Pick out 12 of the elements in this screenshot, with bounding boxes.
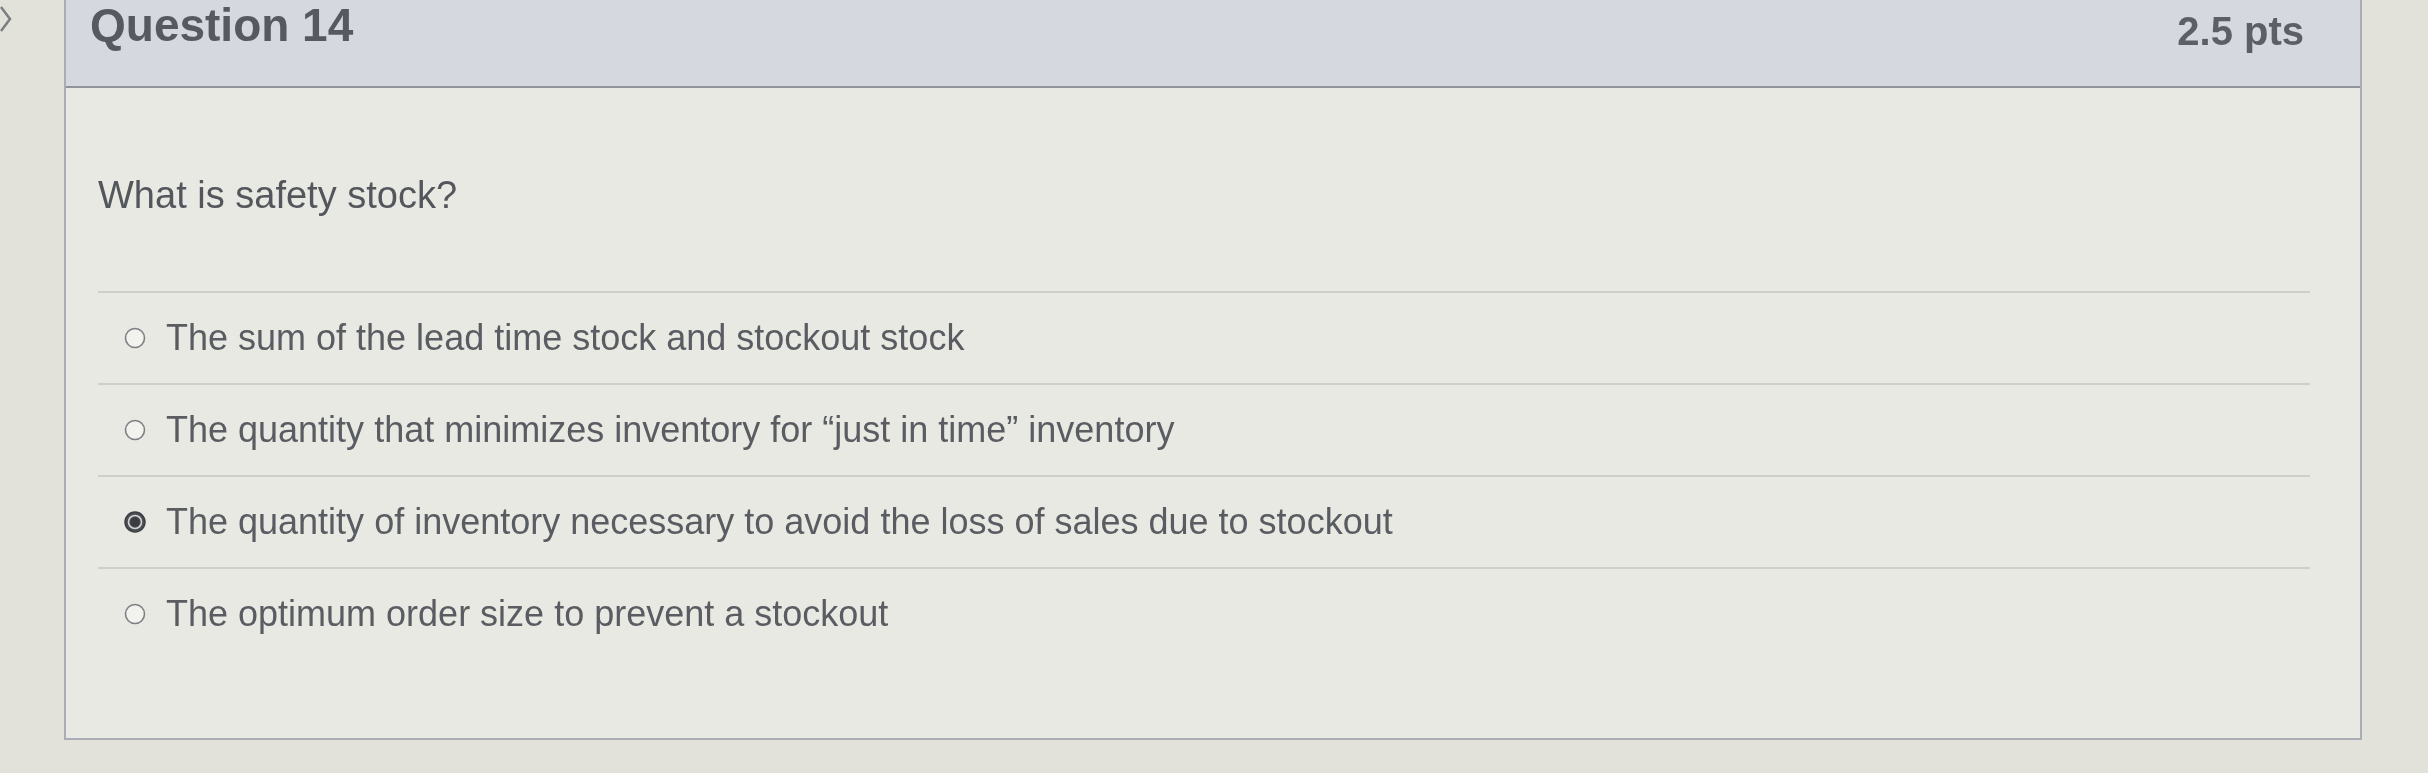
radio-button-icon[interactable] [124, 603, 146, 625]
answer-option[interactable]: The quantity of inventory necessary to avoid the loss of sales due to stockout [124, 500, 1393, 544]
question-text: What is safety stock? [98, 173, 457, 218]
radio-button-icon[interactable] [124, 419, 146, 441]
radio-button-icon[interactable] [124, 327, 146, 349]
radio-button-icon[interactable] [124, 511, 146, 533]
answer-option[interactable]: The quantity that minimizes inventory for “just in time” inventory [124, 408, 1175, 452]
answer-option[interactable]: The sum of the lead time stock and stockout stock [124, 316, 965, 360]
chevron-right-icon[interactable] [0, 4, 12, 34]
question-title: Question 14 [90, 0, 354, 50]
question-points: 2.5 pts [2177, 8, 2304, 55]
answer-option[interactable]: The optimum order size to prevent a stockout [124, 592, 889, 636]
